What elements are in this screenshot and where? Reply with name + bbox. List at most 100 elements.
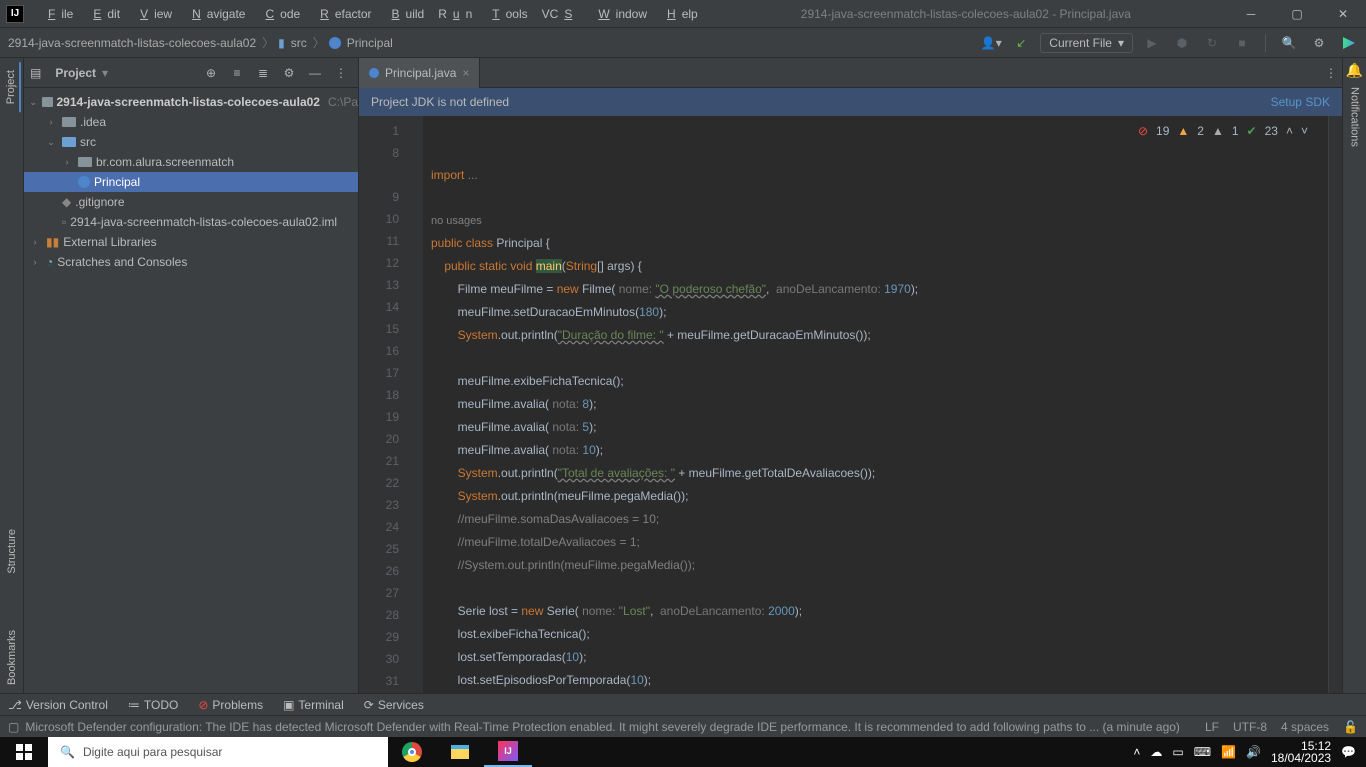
- tool-terminal[interactable]: ▣Terminal: [283, 698, 344, 712]
- menu-help[interactable]: Help: [655, 5, 704, 23]
- tool-todo[interactable]: ≔TODO: [128, 698, 178, 712]
- menu-view[interactable]: View: [128, 5, 178, 23]
- tool-tab-project[interactable]: Project: [3, 62, 21, 112]
- menu-file[interactable]: FFileile: [36, 5, 79, 23]
- user-icon[interactable]: 👤▾: [980, 32, 1002, 54]
- navigation-bar: 2914-java-screenmatch-listas-colecoes-au…: [0, 28, 1366, 58]
- collapse-all-icon[interactable]: ≣: [252, 62, 274, 84]
- tray-chevron-icon[interactable]: ˄: [1133, 745, 1140, 759]
- read-only-icon[interactable]: 🔓: [1343, 720, 1358, 734]
- taskbar-chrome[interactable]: [388, 737, 436, 767]
- tray-language-icon[interactable]: ⌨: [1194, 745, 1211, 759]
- tray-wifi-icon[interactable]: 📶: [1221, 745, 1236, 759]
- error-stripe[interactable]: [1328, 116, 1342, 693]
- breadcrumb-root[interactable]: 2914-java-screenmatch-listas-colecoes-au…: [6, 36, 258, 50]
- tree-external-libraries[interactable]: ›▮▮External Libraries: [24, 232, 358, 252]
- line-gutter[interactable]: 18 9101112131415161718192021222324252627…: [359, 116, 409, 693]
- maximize-button[interactable]: ▢: [1274, 0, 1320, 28]
- close-icon[interactable]: ×: [462, 66, 469, 80]
- tree-node-package[interactable]: ›br.com.alura.screenmatch: [24, 152, 358, 172]
- menu-run[interactable]: Run: [432, 5, 478, 23]
- tray-clock[interactable]: 15:1218/04/2023: [1271, 740, 1331, 764]
- menu-navigate[interactable]: Navigate: [180, 5, 251, 23]
- indent-info[interactable]: 4 spaces: [1281, 720, 1329, 734]
- hammer-icon[interactable]: ↙: [1010, 32, 1032, 54]
- search-icon[interactable]: 🔍: [1278, 32, 1300, 54]
- setup-sdk-link[interactable]: Setup SDK: [1271, 95, 1330, 109]
- tool-version-control[interactable]: ⎇Version Control: [8, 698, 108, 712]
- chevron-down-icon[interactable]: ˅: [1301, 120, 1308, 142]
- chevron-right-icon: 〉: [262, 34, 274, 51]
- tool-services[interactable]: ⟳Services: [364, 698, 424, 712]
- line-separator[interactable]: LF: [1205, 720, 1219, 734]
- code-area[interactable]: ⊘19 ▲2 ▲1 ✔23 ˄˅ import ... no usages pu…: [423, 116, 1328, 693]
- menu-code[interactable]: Code: [253, 5, 306, 23]
- chevron-down-icon[interactable]: ▾: [102, 66, 108, 80]
- tree-node-iml[interactable]: ▫2914-java-screenmatch-listas-colecoes-a…: [24, 212, 358, 232]
- tree-node-src[interactable]: ⌄src: [24, 132, 358, 152]
- tree-root[interactable]: ⌄2914-java-screenmatch-listas-colecoes-a…: [24, 92, 358, 112]
- bell-icon[interactable]: 🔔: [1346, 62, 1363, 79]
- select-opened-file-icon[interactable]: ⊕: [200, 62, 222, 84]
- breadcrumb-src[interactable]: src: [289, 36, 309, 50]
- windows-taskbar: 🔍 Digite aqui para pesquisar IJ ˄ ☁ ▭ ⌨ …: [0, 737, 1366, 767]
- inspection-indicators[interactable]: ⊘19 ▲2 ▲1 ✔23 ˄˅: [1138, 120, 1308, 142]
- hide-icon[interactable]: —: [304, 62, 326, 84]
- folder-icon: [42, 97, 52, 107]
- rerun-icon[interactable]: ↻: [1201, 32, 1223, 54]
- tool-tab-notifications[interactable]: Notifications: [1347, 79, 1363, 155]
- window-icon[interactable]: ▢: [8, 720, 19, 734]
- menu-refactor[interactable]: Refactor: [308, 5, 377, 23]
- play-icon[interactable]: ▶: [1141, 32, 1163, 54]
- tree-node-principal[interactable]: cPrincipal: [24, 172, 358, 192]
- tree-node-gitignore[interactable]: ◆.gitignore: [24, 192, 358, 212]
- more-icon[interactable]: ⋮: [1320, 62, 1342, 84]
- tool-problems[interactable]: ⊘Problems: [198, 698, 263, 712]
- more-icon[interactable]: ⋮: [330, 62, 352, 84]
- chevron-up-icon[interactable]: ˄: [1286, 120, 1293, 142]
- terminal-icon: ▣: [283, 698, 294, 712]
- tool-tab-bookmarks[interactable]: Bookmarks: [4, 622, 20, 693]
- scratch-icon: ◔: [46, 255, 53, 269]
- tray-onedrive-icon[interactable]: ☁: [1150, 745, 1162, 759]
- tray-notifications-icon[interactable]: 💬: [1341, 745, 1356, 759]
- taskbar-intellij[interactable]: IJ: [484, 737, 532, 767]
- tray-sound-icon[interactable]: 🔊: [1246, 745, 1261, 759]
- fold-gutter[interactable]: [409, 116, 423, 693]
- close-button[interactable]: ✕: [1320, 0, 1366, 28]
- taskbar-search[interactable]: 🔍 Digite aqui para pesquisar: [48, 737, 388, 767]
- breadcrumb-file[interactable]: Principal: [345, 36, 395, 50]
- chevron-down-icon: ▾: [1118, 36, 1124, 50]
- minimize-button[interactable]: ─: [1228, 0, 1274, 28]
- start-button[interactable]: [0, 737, 48, 767]
- tree-scratches[interactable]: ›◔Scratches and Consoles: [24, 252, 358, 272]
- menu-vcs[interactable]: VCS: [536, 5, 585, 23]
- tray-battery-icon[interactable]: ▭: [1172, 745, 1183, 759]
- weak-warning-icon: ▲: [1212, 120, 1224, 142]
- gear-icon[interactable]: ⚙: [1308, 32, 1330, 54]
- app-logo: IJ: [6, 5, 24, 23]
- menu-build[interactable]: Build: [380, 5, 431, 23]
- project-panel: ▤ Project ▾ ⊕ ≡ ≣ ⚙ — ⋮ ⌄2914-java-scree…: [24, 58, 359, 693]
- play-gradient-icon[interactable]: [1338, 32, 1360, 54]
- status-message[interactable]: Microsoft Defender configuration: The ID…: [25, 720, 1180, 734]
- folder-icon: ▮: [278, 36, 285, 50]
- breadcrumb: 2914-java-screenmatch-listas-colecoes-au…: [6, 34, 395, 51]
- debug-icon[interactable]: ⬢: [1171, 32, 1193, 54]
- menu-window[interactable]: Window: [586, 5, 653, 23]
- gear-icon[interactable]: ⚙: [278, 62, 300, 84]
- project-panel-title[interactable]: Project: [47, 66, 96, 80]
- run-configuration-selector[interactable]: Current File ▾: [1040, 33, 1133, 53]
- stop-icon[interactable]: ■: [1231, 32, 1253, 54]
- taskbar-explorer[interactable]: [436, 737, 484, 767]
- menu-tools[interactable]: Tools: [480, 5, 533, 23]
- menu-edit[interactable]: Edit: [81, 5, 126, 23]
- tab-label: Principal.java: [385, 66, 456, 80]
- file-encoding[interactable]: UTF-8: [1233, 720, 1267, 734]
- tool-tab-structure[interactable]: Structure: [4, 521, 20, 582]
- title-bar: IJ FFileile Edit View Navigate Code Refa…: [0, 0, 1366, 28]
- folder-icon: [62, 137, 76, 147]
- tree-node-idea[interactable]: ›.idea: [24, 112, 358, 132]
- expand-all-icon[interactable]: ≡: [226, 62, 248, 84]
- editor-tab[interactable]: Principal.java ×: [359, 58, 480, 88]
